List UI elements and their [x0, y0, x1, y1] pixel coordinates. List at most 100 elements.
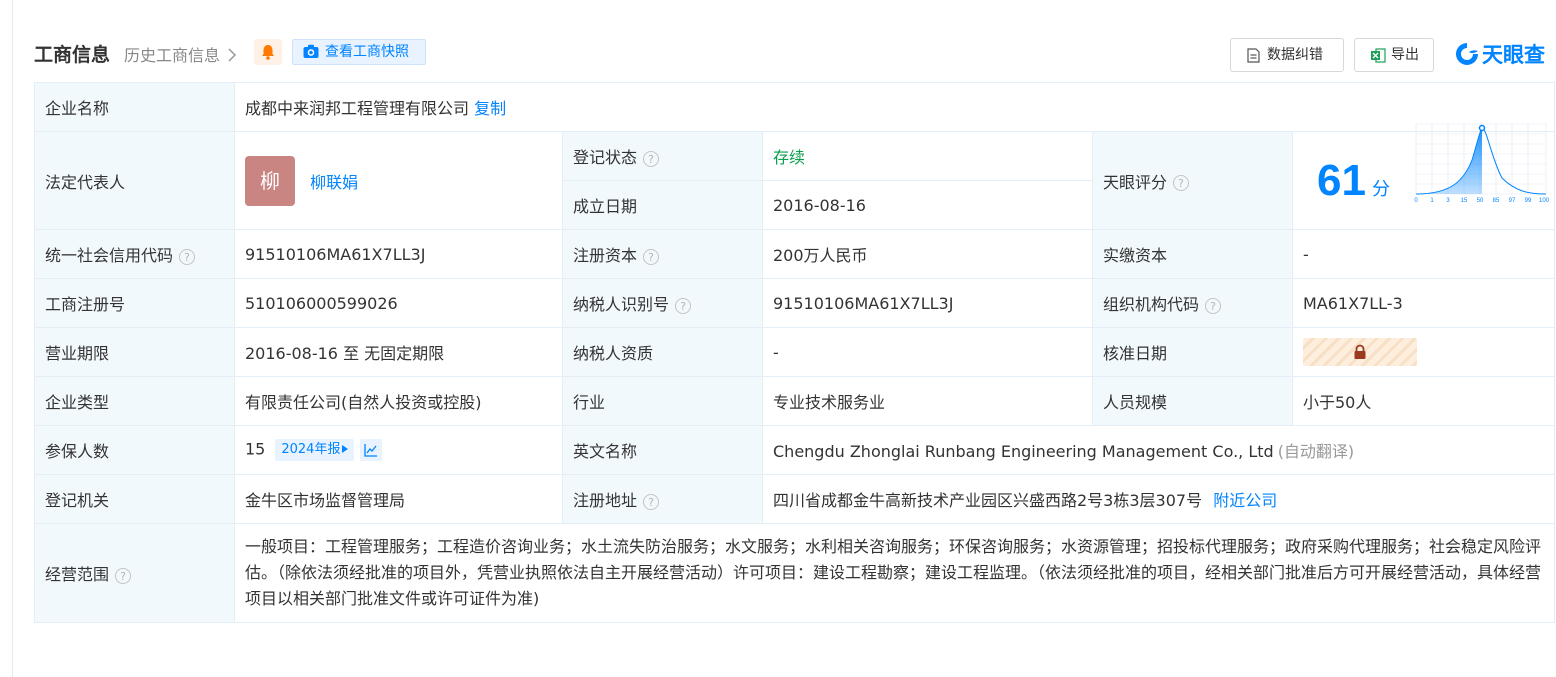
question-icon[interactable]: ? — [675, 297, 692, 314]
legal-rep-cell: 柳 柳联娟 — [234, 131, 563, 230]
camera-icon — [303, 44, 319, 58]
section-header: 工商信息 历史工商信息 查看工商快照 数据纠错 导出 天眼查 — [34, 36, 1556, 72]
x-tick-label: 100 — [1539, 198, 1550, 204]
x-tick-label: 1 — [1430, 198, 1434, 204]
question-icon[interactable]: ? — [179, 248, 196, 265]
term-value: 2016-08-16 至 无固定期限 — [234, 327, 563, 377]
score-cell[interactable]: 61 分 0 1 3 15 50 85 97 99 100 — [1291, 123, 1556, 230]
table-row: 工商注册号 510106000599026 纳税人识别号? 91510106MA… — [34, 278, 1556, 328]
tianyancha-logo-icon — [1456, 43, 1478, 65]
history-info-link[interactable]: 历史工商信息 — [124, 42, 237, 66]
triangle-right-icon — [342, 445, 349, 453]
address-cell: 四川省成都金牛高新技术产业园区兴盛西路2号3栋3层307号 附近公司 — [761, 474, 1556, 524]
table-row: 企业类型 有限责任公司(自然人投资或控股) 行业 专业技术服务业 人员规模 小于… — [34, 376, 1556, 426]
question-icon[interactable]: ? — [1205, 297, 1222, 314]
type-value: 有限责任公司(自然人投资或控股) — [234, 376, 563, 426]
company-name-key: 企业名称 — [34, 82, 235, 132]
follow-bell-button[interactable] — [254, 39, 282, 65]
x-tick-label: 85 — [1493, 198, 1500, 204]
view-snapshot-button[interactable]: 查看工商快照 — [292, 39, 426, 65]
founded-key: 成立日期 — [562, 180, 763, 230]
reg-capital-value: 200万人民币 — [762, 229, 1093, 279]
legal-rep-link[interactable]: 柳联娟 — [310, 173, 358, 192]
taxpayer-qual-value: - — [762, 327, 1093, 377]
status-value: 存续 — [773, 148, 806, 167]
address-label: 注册地址 — [573, 491, 638, 510]
company-name-cell: 成都中来润邦工程管理有限公司 复制 — [233, 82, 1556, 132]
score-distribution-chart: 0 1 3 15 50 85 97 99 100 — [1414, 123, 1550, 204]
paid-capital-value: - — [1291, 229, 1556, 279]
authority-value: 金牛区市场监督管理局 — [234, 474, 563, 524]
document-icon — [1247, 48, 1260, 63]
question-icon[interactable]: ? — [643, 248, 660, 265]
approval-date-key: 核准日期 — [1092, 327, 1293, 377]
org-code-label: 组织机构代码 — [1103, 295, 1200, 314]
reg-no-key: 工商注册号 — [34, 278, 235, 328]
question-icon[interactable]: ? — [643, 150, 660, 167]
english-name-key: 英文名称 — [562, 425, 763, 475]
nearby-companies-link[interactable]: 附近公司 — [1213, 491, 1277, 510]
bell-icon — [262, 45, 274, 60]
annual-report-badge[interactable]: 2024年报 — [275, 439, 355, 461]
logo-text: 天眼查 — [1482, 43, 1545, 67]
export-label: 导出 — [1391, 47, 1419, 63]
industry-value: 专业技术服务业 — [762, 376, 1093, 426]
x-tick-labels: 0 1 3 15 50 85 97 99 100 — [1414, 198, 1549, 204]
score-unit: 分 — [1371, 178, 1390, 200]
chevron-right-icon — [228, 48, 237, 62]
insured-key: 参保人数 — [34, 425, 235, 475]
status-label: 登记状态 — [573, 148, 638, 167]
reg-no-value: 510106000599026 — [234, 278, 563, 328]
insured-cell: 15 2024年报 — [234, 425, 563, 475]
credit-code-value: 91510106MA61X7LL3J — [234, 229, 563, 279]
x-tick-label: 0 — [1414, 198, 1418, 204]
table-row: 营业期限 2016-08-16 至 无固定期限 纳税人资质 - 核准日期 — [34, 327, 1556, 377]
x-tick-label: 15 — [1461, 198, 1468, 204]
scope-value: 一般项目：工程管理服务；工程造价咨询业务；水土流失防治服务；水文服务；水利相关咨… — [233, 523, 1556, 623]
insured-value: 15 — [245, 439, 266, 459]
view-snapshot-label: 查看工商快照 — [325, 44, 409, 60]
table-row: 法定代表人 柳 柳联娟 登记状态? 存续 天眼评分? 61 分 0 1 3 15… — [34, 123, 1556, 230]
org-code-value: MA61X7LL-3 — [1291, 278, 1556, 328]
taxpayer-id-key: 纳税人识别号? — [562, 278, 763, 328]
scope-key: 经营范围? — [34, 523, 235, 623]
question-icon[interactable]: ? — [1173, 175, 1190, 191]
scope-label: 经营范围 — [45, 565, 110, 584]
x-tick-label: 50 — [1477, 198, 1484, 204]
company-name-value: 成都中来润邦工程管理有限公司 — [245, 99, 470, 118]
data-correction-label: 数据纠错 — [1267, 47, 1323, 63]
insured-trend-button[interactable] — [360, 439, 383, 461]
type-key: 企业类型 — [34, 376, 235, 426]
annual-report-label: 2024年报 — [281, 442, 341, 457]
status-cell: 存续 — [762, 131, 1093, 181]
reg-capital-key: 注册资本? — [562, 229, 763, 279]
founded-value: 2016-08-16 — [762, 180, 1093, 230]
industry-key: 行业 — [562, 376, 763, 426]
table-row: 登记机关 金牛区市场监督管理局 注册地址? 四川省成都金牛高新技术产业园区兴盛西… — [34, 474, 1556, 524]
x-tick-label: 99 — [1525, 198, 1532, 204]
lock-icon — [1354, 344, 1366, 359]
question-icon[interactable]: ? — [643, 493, 660, 510]
term-key: 营业期限 — [34, 327, 235, 377]
table-row: 统一社会信用代码? 91510106MA61X7LL3J 注册资本? 200万人… — [34, 229, 1556, 279]
copy-name-button[interactable]: 复制 — [474, 99, 506, 118]
approval-date-cell — [1291, 327, 1556, 377]
approval-date-locked[interactable] — [1303, 338, 1417, 366]
status-key: 登记状态? — [562, 131, 763, 181]
taxpayer-qual-key: 纳税人资质 — [562, 327, 763, 377]
score-key: 天眼评分? — [1092, 131, 1293, 230]
question-icon[interactable]: ? — [115, 567, 132, 584]
x-tick-label: 3 — [1446, 198, 1450, 204]
legal-rep-avatar[interactable]: 柳 — [245, 155, 295, 206]
address-value: 四川省成都金牛高新技术产业园区兴盛西路2号3栋3层307号 — [773, 491, 1203, 510]
data-correction-button[interactable]: 数据纠错 — [1230, 38, 1344, 72]
org-code-key: 组织机构代码? — [1092, 278, 1293, 328]
trend-chart-icon — [364, 444, 378, 457]
score-marker — [1478, 124, 1486, 131]
table-row: 经营范围? 一般项目：工程管理服务；工程造价咨询业务；水土流失防治服务；水文服务… — [34, 523, 1556, 623]
section-title: 工商信息 — [34, 44, 111, 66]
x-tick-label: 97 — [1509, 198, 1516, 204]
auto-translate-note: (自动翻译) — [1277, 442, 1355, 461]
export-button[interactable]: 导出 — [1354, 38, 1434, 72]
address-key: 注册地址? — [562, 474, 763, 524]
